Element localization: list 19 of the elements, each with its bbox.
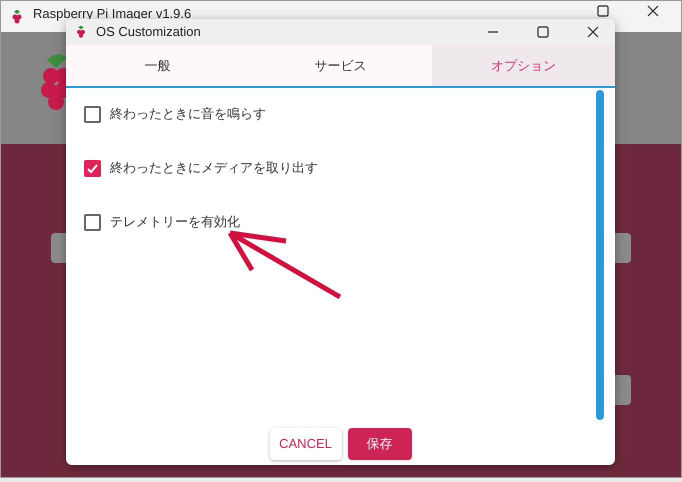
- option-label: 終わったときに音を鳴らす: [110, 105, 266, 124]
- save-button[interactable]: 保存: [348, 428, 412, 460]
- maximize-icon[interactable]: [537, 26, 549, 38]
- checkbox[interactable]: [84, 160, 101, 176]
- raspberry-icon: [74, 25, 88, 39]
- close-icon[interactable]: [587, 26, 599, 38]
- scrollbar[interactable]: [596, 90, 604, 420]
- option-label: テレメトリーを有効化: [110, 213, 240, 232]
- close-icon[interactable]: [647, 4, 659, 16]
- tab[interactable]: サービス: [249, 45, 432, 86]
- option-label: 終わったときにメディアを取り出す: [110, 159, 318, 178]
- maximize-icon[interactable]: [597, 4, 609, 16]
- tab[interactable]: オプション: [432, 45, 615, 86]
- checkbox[interactable]: [84, 106, 101, 122]
- checkbox[interactable]: [84, 214, 101, 230]
- cancel-button[interactable]: CANCEL: [270, 428, 342, 460]
- tab[interactable]: 一般: [66, 45, 249, 86]
- window-title: Raspberry Pi Imager v1.9.6: [33, 4, 192, 23]
- dialog-title: OS Customization: [96, 23, 201, 42]
